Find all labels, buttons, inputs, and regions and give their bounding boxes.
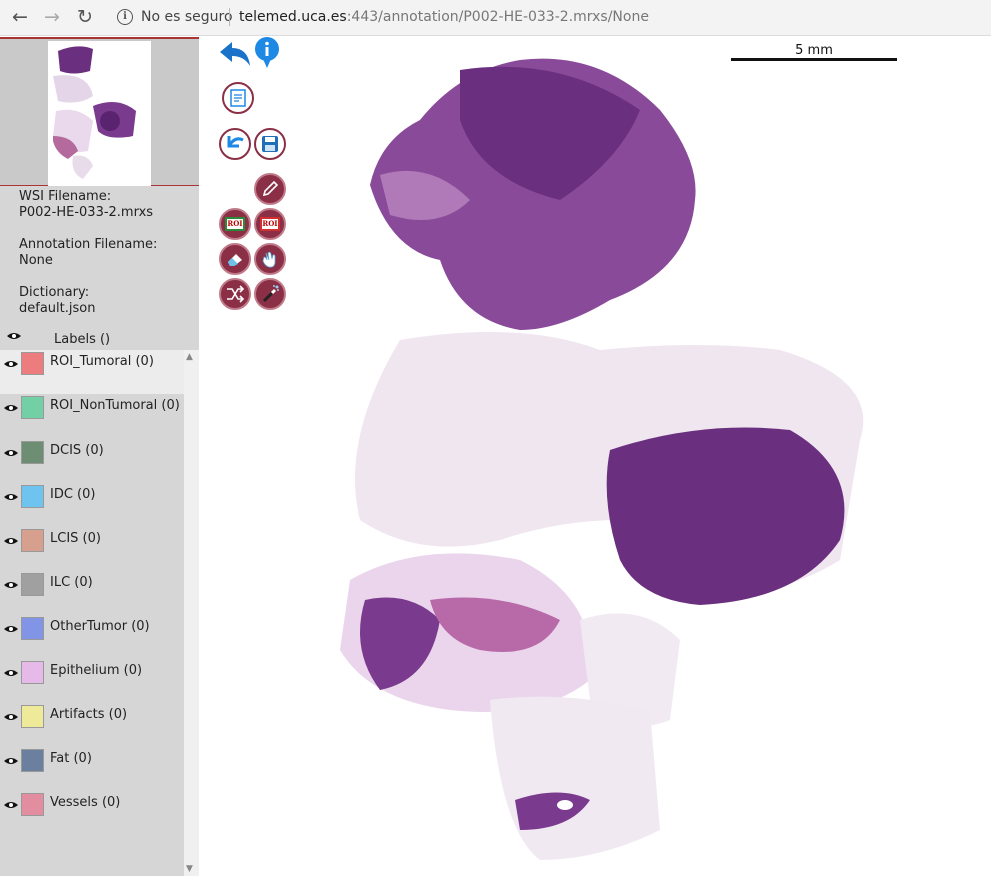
label-color-swatch[interactable] (21, 705, 44, 728)
scale-bar (731, 58, 897, 61)
undo-arrow-icon[interactable] (218, 38, 252, 68)
eraser-icon[interactable] (219, 243, 251, 275)
label-name: ROI_Tumoral (0) (50, 354, 154, 369)
labels-title: Labels () (54, 332, 111, 347)
labels-scrollbar[interactable]: ▲ ▼ (184, 350, 199, 876)
label-name: Vessels (0) (50, 795, 121, 810)
eye-icon[interactable] (4, 404, 18, 412)
scroll-up-icon[interactable]: ▲ (186, 352, 193, 362)
annotation-filename-label: Annotation Filename: (19, 237, 158, 252)
pencil-icon[interactable] (254, 173, 286, 205)
label-color-swatch[interactable] (21, 529, 44, 552)
eye-icon[interactable] (4, 537, 18, 545)
slide-viewer[interactable] (199, 37, 991, 876)
label-name: OtherTumor (0) (50, 619, 150, 634)
label-color-swatch[interactable] (21, 573, 44, 596)
thumbnail-panel (0, 37, 199, 186)
save-icon[interactable] (254, 128, 286, 160)
label-name: ILC (0) (50, 575, 93, 590)
forward-arrow-icon[interactable]: → (40, 6, 64, 30)
url-path: :443/annotation/P002-HE-033-2.mrxs/None (346, 9, 649, 25)
roi-nontumoral-icon[interactable]: ROI (254, 208, 286, 240)
label-row[interactable]: ROI_NonTumoral (0) (0, 394, 184, 438)
label-color-swatch[interactable] (21, 441, 44, 464)
label-row[interactable]: ROI_Tumoral (0) (0, 350, 184, 394)
label-row[interactable]: OtherTumor (0) (0, 615, 184, 659)
slide-thumbnail[interactable] (48, 41, 151, 186)
reload-icon[interactable]: ↻ (73, 6, 97, 30)
back-arrow-icon[interactable]: ← (8, 6, 32, 30)
label-row[interactable]: Epithelium (0) (0, 659, 184, 703)
eye-icon[interactable] (4, 757, 18, 765)
roi-tumoral-icon[interactable]: ROI (219, 208, 251, 240)
eye-icon[interactable] (4, 493, 18, 501)
label-name: DCIS (0) (50, 443, 104, 458)
scroll-down-icon[interactable]: ▼ (186, 864, 193, 874)
label-color-swatch[interactable] (21, 793, 44, 816)
label-row[interactable]: Artifacts (0) (0, 703, 184, 747)
eye-icon[interactable] (4, 713, 18, 721)
sidebar: WSI Filename: P002-HE-033-2.mrxs Annotat… (0, 37, 199, 876)
wsi-filename-label: WSI Filename: (19, 189, 112, 204)
site-info-icon[interactable]: i (117, 9, 133, 25)
label-color-swatch[interactable] (21, 661, 44, 684)
label-name: Fat (0) (50, 751, 92, 766)
hand-icon[interactable] (254, 243, 286, 275)
eye-icon[interactable] (4, 449, 18, 457)
browser-toolbar: ← → ↻ i No es seguro telemed.uca.es:443/… (0, 0, 991, 36)
roi-tag-label: ROI (260, 217, 280, 231)
eye-icon[interactable] (4, 669, 18, 677)
eye-icon[interactable] (4, 581, 18, 589)
eye-icon[interactable] (4, 625, 18, 633)
label-name: Epithelium (0) (50, 663, 143, 678)
label-name: Artifacts (0) (50, 707, 128, 722)
labels-list: ROI_Tumoral (0) ROI_NonTumoral (0) DCIS (0… (0, 350, 184, 876)
label-color-swatch[interactable] (21, 749, 44, 772)
dictionary-label: Dictionary: (19, 285, 90, 300)
undo-icon[interactable] (219, 128, 251, 160)
label-row[interactable]: ILC (0) (0, 571, 184, 615)
magic-wand-icon[interactable] (254, 278, 286, 310)
label-color-swatch[interactable] (21, 617, 44, 640)
label-row[interactable]: LCIS (0) (0, 527, 184, 571)
url-host: telemed.uca.es (239, 9, 347, 25)
label-row[interactable]: Fat (0) (0, 747, 184, 791)
security-status[interactable]: No es seguro (141, 9, 233, 25)
annotation-filename-value: None (19, 253, 53, 268)
labels-header: Labels () (0, 329, 199, 349)
scale-label: 5 mm (795, 43, 833, 58)
dictionary-value: default.json (19, 301, 96, 316)
info-icon[interactable] (254, 37, 280, 69)
notes-icon[interactable] (222, 82, 254, 114)
eye-icon[interactable] (4, 801, 18, 809)
label-color-swatch[interactable] (21, 396, 44, 419)
url-divider (229, 8, 230, 26)
label-name: LCIS (0) (50, 531, 101, 546)
label-name: ROI_NonTumoral (0) (50, 398, 180, 413)
address-bar[interactable]: telemed.uca.es:443/annotation/P002-HE-03… (239, 9, 649, 25)
eye-icon[interactable] (4, 360, 18, 368)
label-row[interactable]: Vessels (0) (0, 791, 184, 835)
eye-icon[interactable] (7, 332, 21, 340)
wsi-filename-value: P002-HE-033-2.mrxs (19, 205, 154, 220)
label-color-swatch[interactable] (21, 485, 44, 508)
shuffle-icon[interactable] (219, 278, 251, 310)
label-row[interactable]: IDC (0) (0, 483, 184, 527)
label-color-swatch[interactable] (21, 352, 44, 375)
roi-tag-label: ROI (225, 217, 245, 231)
label-row[interactable]: DCIS (0) (0, 439, 184, 483)
label-name: IDC (0) (50, 487, 96, 502)
